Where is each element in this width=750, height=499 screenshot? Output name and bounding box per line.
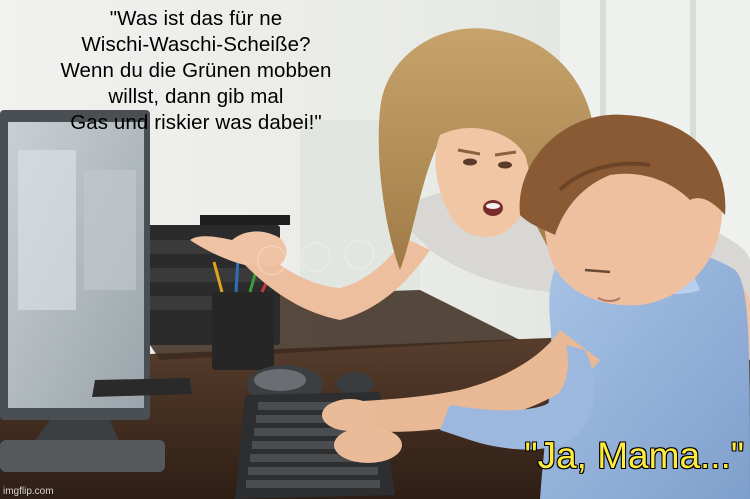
caption-top-line: willst, dann gib mal (108, 85, 284, 108)
meme-image: ◯ ◯ ◯ "Was ist das für ne Wischi-Waschi-… (0, 0, 750, 499)
imgflip-watermark: imgflip.com (3, 486, 54, 497)
caption-top-line: Gas und riskier was dabei!" (70, 111, 322, 134)
caption-top-line: Wenn du die Grünen mobben (60, 59, 332, 82)
caption-bottom: "Ja, Mama..." (524, 435, 744, 476)
caption-top-line: Wischi-Waschi-Scheiße? (81, 33, 311, 56)
caption-top: "Was ist das für ne Wischi-Waschi-Scheiß… (0, 6, 392, 136)
caption-top-line: "Was ist das für ne (109, 7, 283, 30)
